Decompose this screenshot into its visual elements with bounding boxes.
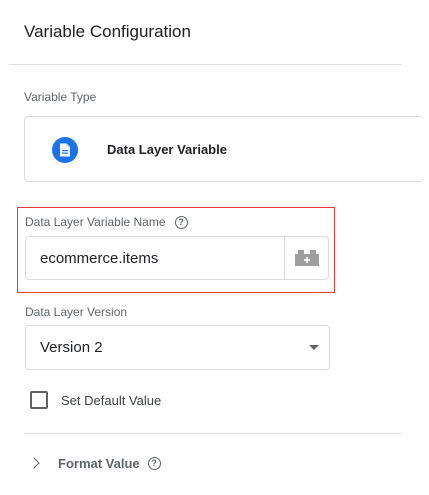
divider bbox=[24, 433, 402, 434]
variable-name-label-row: Data Layer Variable Name ? bbox=[25, 214, 188, 230]
panel-title: Variable Configuration bbox=[24, 22, 191, 41]
variable-name-field[interactable] bbox=[25, 236, 329, 280]
format-value-toggle[interactable]: Format Value ? bbox=[28, 453, 161, 473]
divider bbox=[10, 64, 402, 65]
help-icon[interactable]: ? bbox=[174, 215, 188, 229]
variable-picker-button[interactable] bbox=[284, 237, 329, 279]
data-layer-version-label: Data Layer Version bbox=[25, 305, 128, 319]
variable-name-label: Data Layer Variable Name bbox=[25, 215, 166, 229]
variable-type-label: Variable Type bbox=[24, 90, 97, 104]
help-icon[interactable]: ? bbox=[147, 456, 161, 470]
format-value-label: Format Value bbox=[58, 455, 140, 471]
chevron-right-icon bbox=[28, 457, 40, 469]
default-value-label[interactable]: Set Default Value bbox=[61, 393, 161, 409]
variable-type-value: Data Layer Variable bbox=[107, 142, 227, 157]
default-value-checkbox[interactable] bbox=[30, 391, 48, 409]
dropdown-arrow-icon bbox=[309, 345, 319, 350]
variable-type-card[interactable]: Data Layer Variable bbox=[24, 116, 424, 182]
variable-name-input[interactable] bbox=[26, 237, 284, 279]
data-layer-version-select[interactable]: Version 2 bbox=[25, 325, 330, 370]
variable-picker-icon bbox=[295, 250, 319, 266]
data-layer-version-value: Version 2 bbox=[40, 339, 103, 356]
document-icon bbox=[52, 137, 78, 163]
